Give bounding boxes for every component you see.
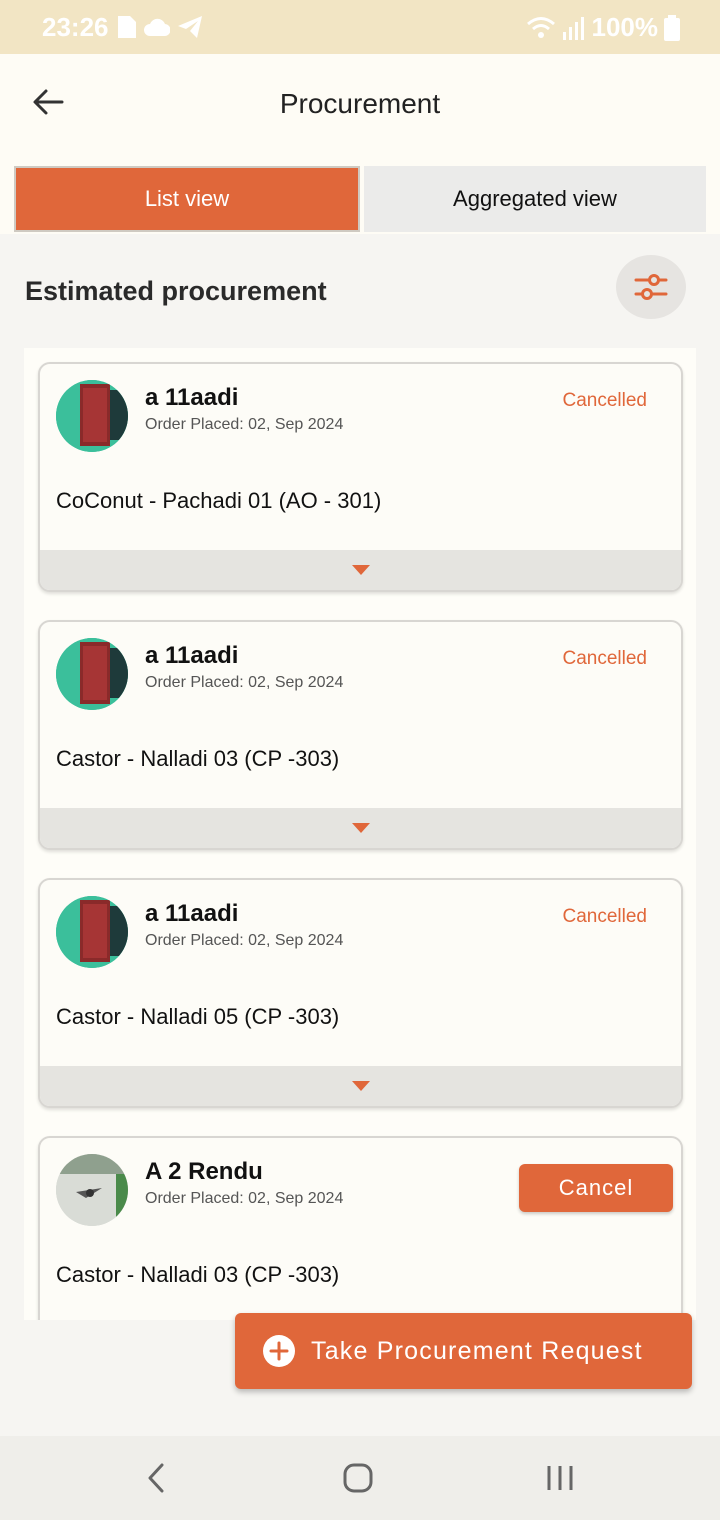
product-name: CoConut - Pachadi 01 (AO - 301) [56,488,382,513]
plus-circle-icon [263,1335,295,1367]
product-name: Castor - Nalladi 03 (CP -303) [56,1262,340,1287]
signal-icon [562,16,584,40]
fab-label: Take Procurement Request [311,1336,643,1365]
customer-name: A 2 Rendu [145,1158,263,1185]
take-procurement-request-button[interactable]: Take Procurement Request [235,1313,692,1389]
avatar [56,1154,128,1226]
customer-name: a 11aadi [145,384,239,411]
view-tabs: List view Aggregated view [14,166,706,232]
caret-down-icon [351,823,370,833]
customer-name: a 11aadi [145,900,239,927]
expand-toggle[interactable] [40,550,681,590]
nav-back-icon [148,1463,164,1493]
avatar [56,638,128,710]
order-card[interactable]: a 11aadi Order Placed: 02, Sep 2024 Canc… [38,620,683,850]
order-date: Order Placed: 02, Sep 2024 [145,932,344,949]
avatar [56,380,128,452]
sim-card-icon [118,16,136,38]
filter-button[interactable] [616,255,686,319]
order-date: Order Placed: 02, Sep 2024 [145,674,344,691]
cancel-button[interactable]: Cancel [519,1164,673,1212]
order-card[interactable]: a 11aadi Order Placed: 02, Sep 2024 Canc… [38,362,683,592]
customer-name: a 11aadi [145,642,239,669]
product-name: Castor - Nalladi 03 (CP -303) [56,746,340,771]
caret-down-icon [351,1081,370,1091]
nav-recents-button[interactable] [538,1456,582,1500]
expand-toggle[interactable] [40,808,681,848]
order-card[interactable]: A 2 Rendu Order Placed: 02, Sep 2024 Can… [38,1136,683,1320]
nav-recents-icon [547,1466,573,1490]
status-badge: Cancelled [562,390,648,411]
tab-aggregated-view[interactable]: Aggregated view [364,166,706,232]
wifi-icon [526,16,555,38]
nav-back-button[interactable] [134,1456,178,1500]
status-badge: Cancelled [562,648,648,669]
page-title: Procurement [279,88,441,119]
product-name: Castor - Nalladi 05 (CP -303) [56,1004,340,1029]
cloud-icon [144,18,170,36]
nav-home-button[interactable] [336,1456,380,1500]
status-time: 23:26 [42,12,109,42]
status-badge: Cancelled [562,906,648,927]
system-nav-bar [0,1436,720,1520]
telegram-icon [178,16,202,38]
order-date: Order Placed: 02, Sep 2024 [145,1190,344,1207]
status-bar: 23:26 100% [0,0,720,54]
order-card[interactable]: a 11aadi Order Placed: 02, Sep 2024 Canc… [38,878,683,1108]
avatar [56,896,128,968]
battery-icon [664,14,680,41]
order-date: Order Placed: 02, Sep 2024 [145,416,344,433]
orders-list: a 11aadi Order Placed: 02, Sep 2024 Canc… [24,348,696,1320]
tab-list-view[interactable]: List view [14,166,360,232]
caret-down-icon [351,565,370,575]
sliders-icon [634,274,668,300]
section-title: Estimated procurement [25,276,327,306]
app-header: Procurement List view Aggregated view [0,54,720,234]
expand-toggle[interactable] [40,1066,681,1106]
nav-home-icon [343,1463,373,1493]
battery-percent: 100% [591,12,659,42]
